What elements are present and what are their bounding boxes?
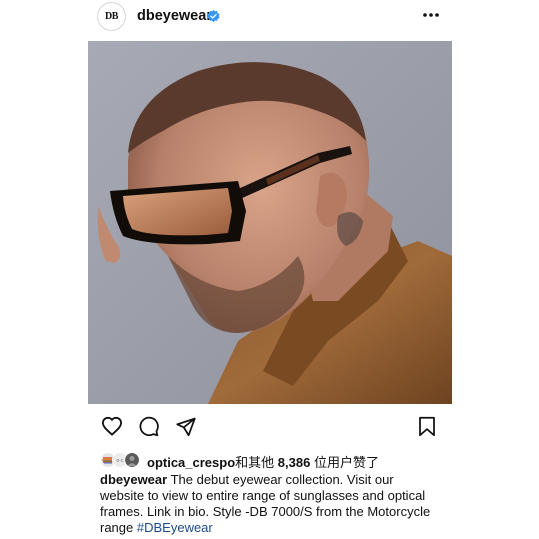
post-image[interactable] (88, 41, 452, 404)
caption-hashtag[interactable]: #DBEyewear (137, 520, 213, 535)
verified-badge-icon (207, 10, 220, 23)
profile-avatar[interactable]: DB (97, 2, 126, 31)
post-header: DB dbeyewear (0, 0, 539, 34)
svg-text:o·c: o·c (117, 458, 124, 464)
post-username[interactable]: dbeyewear (137, 8, 212, 24)
liker-avatar (124, 452, 140, 468)
liker-avatars[interactable]: o·c (100, 452, 144, 468)
bookmark-icon[interactable] (418, 416, 436, 437)
likes-prefix: 和其他 (235, 455, 278, 470)
likes-summary: optica_crespo和其他 8,386 位用户赞了 (147, 452, 379, 471)
heart-icon[interactable] (101, 416, 123, 436)
more-options-icon[interactable] (422, 8, 440, 22)
caption-username[interactable]: dbeyewear (100, 472, 167, 487)
likes-count[interactable]: 8,386 (278, 455, 311, 470)
send-icon[interactable] (175, 416, 197, 437)
likes-suffix: 位用户赞了 (310, 455, 379, 470)
avatar-logo-text: DB (105, 11, 118, 22)
likes-row: o·c optica_crespo和其他 8,386 位用户赞了 (100, 452, 520, 471)
liker-username[interactable]: optica_crespo (147, 455, 235, 470)
comment-icon[interactable] (138, 416, 160, 437)
post-actions (0, 410, 539, 444)
post-caption: dbeyewear The debut eyewear collection. … (100, 472, 440, 536)
